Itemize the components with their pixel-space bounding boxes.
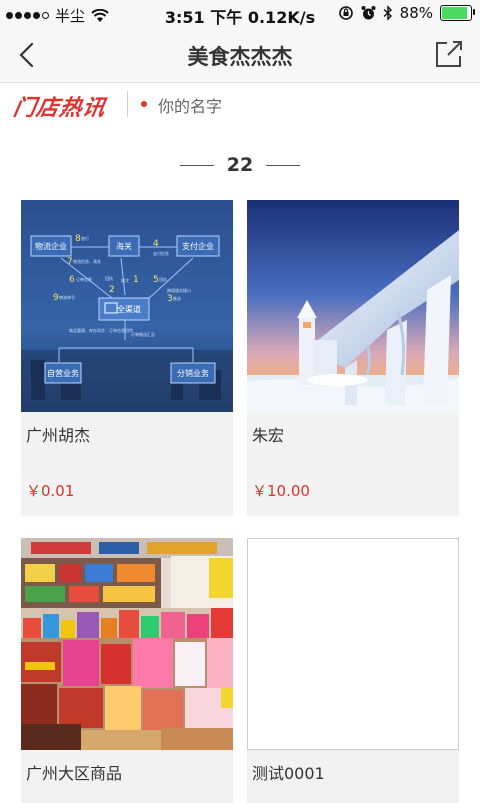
battery-fill	[442, 7, 467, 19]
node-center: 全渠道	[117, 304, 141, 314]
label-report: 报文	[121, 277, 129, 283]
status-bar: 半尘 3:51 下午 0.12K/s 88%	[0, 0, 480, 28]
step-2: 2	[109, 285, 115, 295]
label-receipt-2: 回执	[159, 276, 167, 282]
label-tracking: 物流单号	[59, 294, 75, 300]
label-release: 放行	[81, 235, 89, 241]
step-3: 3	[167, 294, 173, 304]
label-order-info: 订单信息	[76, 276, 92, 282]
product-image-ice-pier	[247, 200, 459, 412]
label-push: 推送	[173, 295, 181, 301]
label-center-note: 商品管理、库存同步、订单信息回传	[69, 327, 133, 333]
node-payment: 支付企业	[182, 241, 214, 251]
node-logistics: 物流企业	[35, 241, 67, 251]
label-order-push: 订单推送汇总	[131, 331, 155, 337]
step-7: 7	[67, 257, 73, 267]
product-image-diagram: 物流企业 海关 支付企业 全渠道 自营业务 分销业务 8 7 4 6 2 1 5…	[21, 200, 233, 412]
nav-bar: 美食杰杰杰	[0, 28, 480, 83]
alarm-icon	[361, 6, 376, 20]
network-speed: 0.12K/s	[247, 8, 316, 27]
bluetooth-icon	[383, 5, 392, 21]
store-news-logo: 门店热讯	[11, 95, 108, 121]
news-divider	[127, 91, 128, 117]
step-5: 5	[153, 275, 159, 285]
node-customs: 海关	[116, 241, 132, 251]
section-title: 22	[226, 154, 254, 176]
battery-icon	[440, 5, 475, 21]
clock-label: 3:51 下午	[164, 8, 243, 27]
product-card[interactable]: 测试0001	[247, 538, 459, 803]
heading-line-right	[266, 165, 301, 166]
label-receipt: 回执	[105, 275, 113, 281]
news-bullet-icon	[141, 101, 147, 107]
store-news-strip[interactable]: 门店热讯 你的名字	[0, 83, 480, 128]
node-distribution: 分销业务	[177, 368, 209, 378]
product-price: ￥10.00	[252, 482, 310, 500]
label-payment-info: 支付信息	[153, 250, 169, 256]
step-4: 4	[153, 239, 159, 249]
news-headline[interactable]: 你的名字	[158, 93, 222, 117]
label-logistics-info: 物流信息、清关	[73, 258, 101, 264]
product-name: 广州胡杰	[26, 426, 91, 445]
battery-percent: 88%	[399, 4, 433, 22]
share-icon[interactable]	[434, 39, 464, 69]
product-name: 测试0001	[252, 764, 325, 783]
node-self: 自营业务	[47, 368, 79, 378]
product-name: 朱宏	[252, 426, 285, 445]
step-1: 1	[133, 275, 139, 285]
product-card[interactable]: 广州大区商品	[21, 538, 233, 803]
heading-line-left	[179, 165, 214, 166]
orientation-lock-icon	[338, 6, 353, 20]
page-title: 美食杰杰杰	[187, 45, 293, 69]
status-right: 88%	[338, 4, 475, 22]
product-image-placeholder	[247, 538, 459, 750]
product-name: 广州大区商品	[26, 764, 123, 783]
step-6: 6	[69, 275, 75, 285]
product-price: ￥0.01	[26, 482, 75, 500]
product-image-supermarket	[21, 538, 233, 750]
section-heading: 22	[0, 154, 480, 176]
label-cross-border: 跨境服务接口	[167, 287, 191, 293]
product-card[interactable]: 朱宏 ￥10.00	[247, 200, 459, 516]
product-card[interactable]: 物流企业 海关 支付企业 全渠道 自营业务 分销业务 8 7 4 6 2 1 5…	[21, 200, 233, 516]
